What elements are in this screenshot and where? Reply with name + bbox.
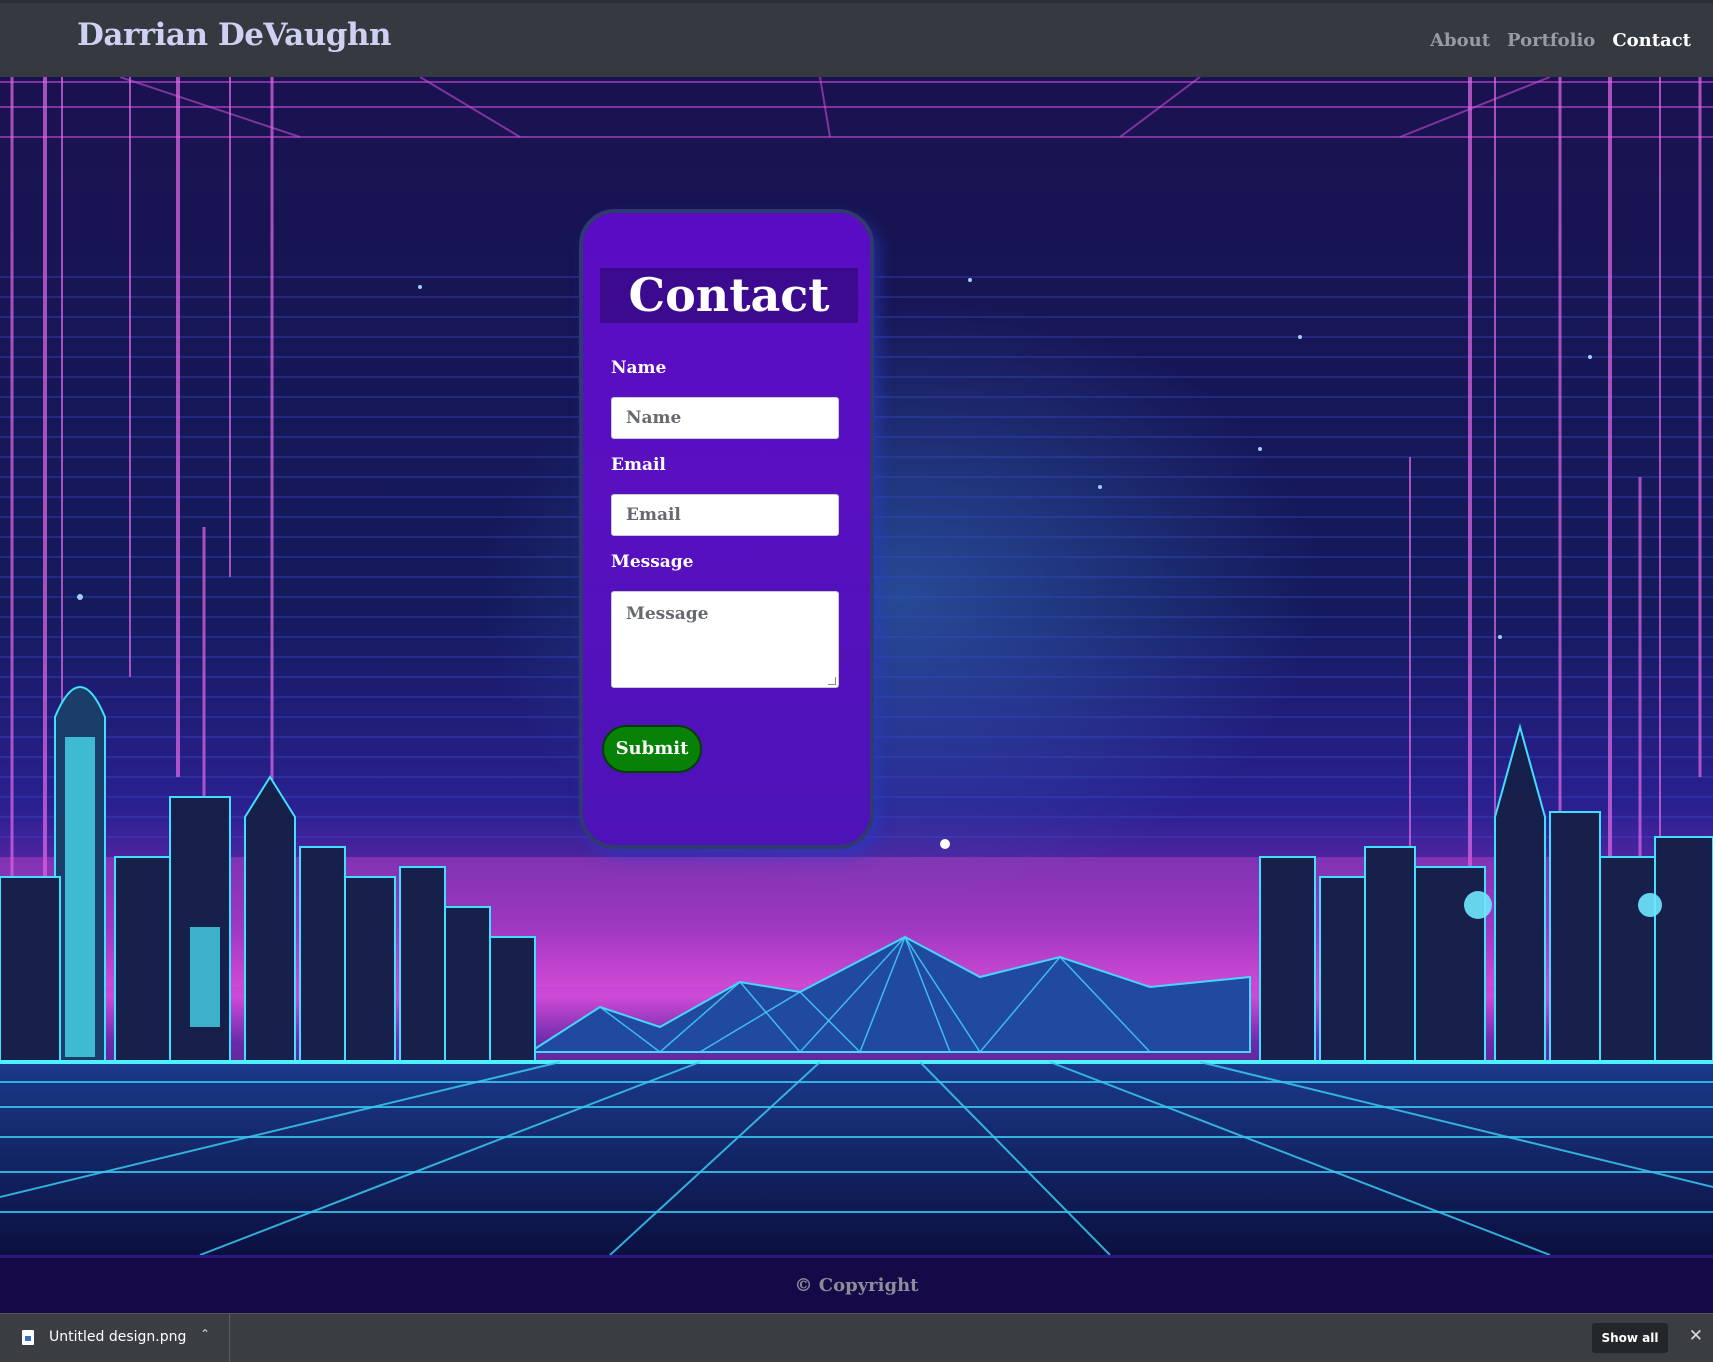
image-file-icon [22, 1330, 34, 1345]
hero-background: Contact Name Name Email Email Message Me… [0, 77, 1713, 1255]
download-item[interactable]: Untitled design.png ⌃ [0, 1314, 230, 1362]
email-label: Email [611, 455, 666, 475]
nav-link-portfolio[interactable]: Portfolio [1507, 30, 1595, 51]
nav-links: About Portfolio Contact [1430, 30, 1691, 51]
chevron-up-icon[interactable]: ⌃ [200, 1327, 210, 1341]
copyright-text: © Copyright [794, 1275, 919, 1296]
top-navbar: Darrian DeVaughn About Portfolio Contact [0, 0, 1713, 77]
show-all-button[interactable]: Show all [1592, 1323, 1668, 1353]
message-textarea[interactable]: Message [611, 591, 839, 688]
contact-heading: Contact [600, 268, 858, 323]
submit-button[interactable]: Submit [602, 725, 702, 773]
footer: © Copyright [0, 1255, 1713, 1313]
download-file-name[interactable]: Untitled design.png [49, 1329, 186, 1345]
brand-logo-text[interactable]: Darrian DeVaughn [77, 17, 392, 53]
message-placeholder: Message [626, 604, 709, 624]
resize-grip-icon[interactable] [828, 677, 836, 685]
nav-link-contact[interactable]: Contact [1612, 30, 1691, 51]
download-bar: Untitled design.png ⌃ Show all ✕ [0, 1313, 1713, 1362]
nav-link-about[interactable]: About [1430, 30, 1490, 51]
name-label: Name [611, 358, 667, 378]
close-icon[interactable]: ✕ [1689, 1326, 1703, 1346]
name-input[interactable]: Name [611, 397, 839, 439]
contact-card: Contact Name Name Email Email Message Me… [579, 209, 874, 849]
message-label: Message [611, 552, 694, 572]
email-input[interactable]: Email [611, 494, 839, 536]
